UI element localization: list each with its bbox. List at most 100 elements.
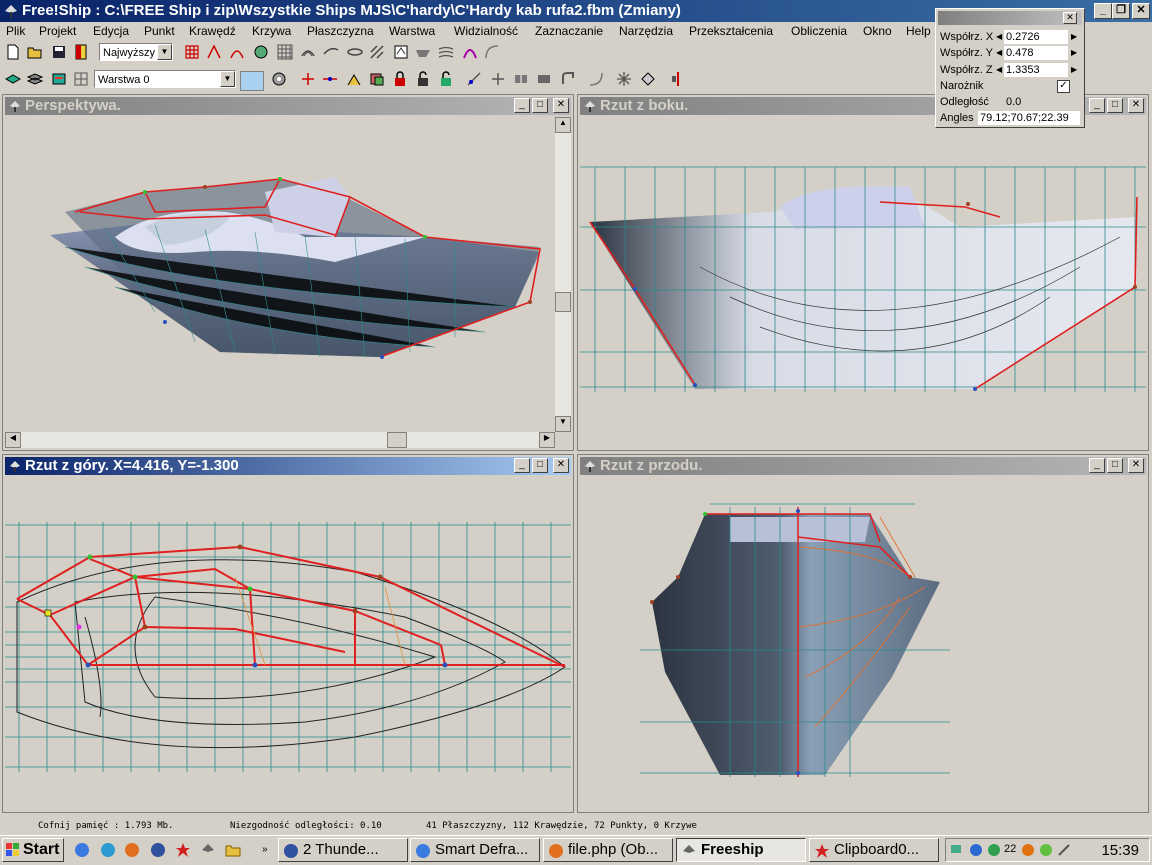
taskbar-file-php[interactable]: file.php (Ob... <box>543 838 673 862</box>
viewport-close-button[interactable]: ✕ <box>553 98 569 113</box>
viewport-maximize-button[interactable]: □ <box>532 458 548 473</box>
taskbar-smart-defrag[interactable]: Smart Defra... <box>410 838 540 862</box>
viewport-minimize-button[interactable]: _ <box>514 98 530 113</box>
menu-projekt[interactable]: Projekt <box>39 24 76 38</box>
collapse-edge-icon[interactable] <box>536 71 552 87</box>
coord-y-field[interactable]: 0.478 <box>1004 46 1068 60</box>
open-folder-icon[interactable] <box>27 44 43 60</box>
menu-punkt[interactable]: Punkt <box>144 24 175 38</box>
layer-properties-icon[interactable] <box>27 71 43 87</box>
extrude-edge-icon[interactable] <box>490 71 506 87</box>
taskbar-clipboard[interactable]: Clipboard0... <box>809 838 939 862</box>
arrow-right-icon[interactable]: ▶ <box>1071 48 1077 57</box>
viewport-close-button[interactable]: ✕ <box>553 458 569 473</box>
flowlines-icon[interactable] <box>438 44 454 60</box>
menu-warstwa[interactable]: Warstwa <box>389 24 435 38</box>
chevron-down-icon[interactable]: ▼ <box>220 71 235 87</box>
unlock-all-icon[interactable] <box>438 71 454 87</box>
curvature-plot-icon[interactable] <box>462 44 478 60</box>
menu-plik[interactable]: Plik <box>6 24 25 38</box>
perspective-canvas[interactable]: ▲ ▼ ◀ ▶ <box>5 117 571 448</box>
folder-icon[interactable] <box>225 842 241 858</box>
menu-help[interactable]: Help <box>906 24 931 38</box>
menu-krzywa[interactable]: Krzywa <box>252 24 291 38</box>
arrow-left-icon[interactable]: ◀ <box>996 65 1002 74</box>
close-button[interactable]: ✕ <box>1132 3 1150 19</box>
viewport-close-button[interactable]: ✕ <box>1128 458 1144 473</box>
markers-icon[interactable] <box>393 44 409 60</box>
new-layer-icon[interactable] <box>5 71 21 87</box>
curvature-icon[interactable] <box>229 44 245 60</box>
lock-icon[interactable] <box>392 71 408 87</box>
security-icon[interactable] <box>968 842 984 858</box>
new-face-icon[interactable] <box>616 71 632 87</box>
layer-color-icon[interactable] <box>51 71 67 87</box>
hull-icon[interactable] <box>415 44 431 60</box>
viewport-minimize-button[interactable]: _ <box>514 458 530 473</box>
new-file-icon[interactable] <box>5 44 21 60</box>
vertical-scrollbar[interactable]: ▲ ▼ <box>555 117 571 432</box>
horizontal-scrollbar[interactable]: ◀ ▶ <box>5 432 555 448</box>
ie-icon[interactable] <box>74 842 90 858</box>
taskbar-thunderbird[interactable]: 2 Thunde... <box>278 838 408 862</box>
scroll-thumb[interactable] <box>555 292 571 312</box>
scroll-down-button[interactable]: ▼ <box>555 416 571 432</box>
add-point-icon[interactable] <box>300 71 316 87</box>
control-net-icon[interactable] <box>184 44 200 60</box>
arrow-right-icon[interactable]: ▶ <box>1071 32 1077 41</box>
new-curve-icon[interactable] <box>588 71 604 87</box>
viewport-maximize-button[interactable]: □ <box>1107 98 1123 113</box>
menu-obliczenia[interactable]: Obliczenia <box>791 24 847 38</box>
outlook-icon[interactable] <box>100 842 116 858</box>
viewport-minimize-button[interactable]: _ <box>1089 458 1105 473</box>
menu-narzedzia[interactable]: Narzędzia <box>619 24 673 38</box>
buttocks-icon[interactable] <box>323 44 339 60</box>
menu-przeksztalcenia[interactable]: Przekształcenia <box>689 24 773 38</box>
scroll-thumb-h[interactable] <box>387 432 407 448</box>
freeship-quick-icon[interactable] <box>200 842 216 858</box>
tool-icon[interactable] <box>1056 842 1072 858</box>
insert-point-icon[interactable] <box>322 71 338 87</box>
antivirus-icon[interactable] <box>1020 842 1036 858</box>
menu-edycja[interactable]: Edycja <box>93 24 129 38</box>
layer-grid-icon[interactable] <box>73 71 89 87</box>
arrow-right-icon[interactable]: ▶ <box>1071 65 1077 74</box>
app-star-icon[interactable] <box>175 842 191 858</box>
coord-x-field[interactable]: 0.2726 <box>1004 30 1068 44</box>
menu-krawedz[interactable]: Krawędź <box>189 24 236 38</box>
layer-color-swatch[interactable] <box>240 71 264 91</box>
exit-icon[interactable] <box>73 44 89 60</box>
angles-field[interactable]: 79.12;70.67;22.39 <box>978 111 1080 125</box>
unlock-icon[interactable] <box>415 71 431 87</box>
chevron-down-icon[interactable]: ▼ <box>157 44 172 60</box>
menu-plaszczyzna[interactable]: Płaszczyzna <box>307 24 374 38</box>
arrow-left-icon[interactable]: ◀ <box>996 32 1002 41</box>
minimize-button[interactable]: _ <box>1094 3 1112 19</box>
viewport-maximize-button[interactable]: □ <box>1107 458 1123 473</box>
flip-face-icon[interactable] <box>640 71 656 87</box>
corner-checkbox[interactable]: ✓ <box>1057 80 1070 93</box>
precision-select[interactable]: Najwyższy ▼ <box>99 43 173 61</box>
save-icon[interactable] <box>51 44 67 60</box>
curve-icon[interactable] <box>484 44 500 60</box>
coord-z-field[interactable]: 1.3353 <box>1004 63 1068 77</box>
menu-okno[interactable]: Okno <box>863 24 892 38</box>
panel-close-button[interactable]: ✕ <box>1063 12 1077 24</box>
layer-select[interactable]: Warstwa 0 ▼ <box>94 70 236 88</box>
top-canvas[interactable] <box>5 477 571 810</box>
crease-edge-icon[interactable] <box>560 71 576 87</box>
shade-icon[interactable] <box>253 44 269 60</box>
front-canvas[interactable] <box>580 477 1146 810</box>
viewport-maximize-button[interactable]: □ <box>532 98 548 113</box>
taskbar-freeship[interactable]: Freeship <box>676 838 806 862</box>
menu-widzialnosc[interactable]: Widzialność <box>454 24 518 38</box>
distance-field[interactable]: 0.0 <box>1004 95 1068 109</box>
chevron-right-icon[interactable]: » <box>262 844 268 855</box>
side-canvas[interactable] <box>580 117 1146 448</box>
interior-edges-icon[interactable] <box>206 44 222 60</box>
restore-button[interactable]: ❐ <box>1112 3 1130 19</box>
diagonals-icon[interactable] <box>369 44 385 60</box>
network-icon[interactable] <box>950 842 966 858</box>
messenger-icon[interactable] <box>1038 842 1054 858</box>
update-icon[interactable] <box>986 842 1002 858</box>
